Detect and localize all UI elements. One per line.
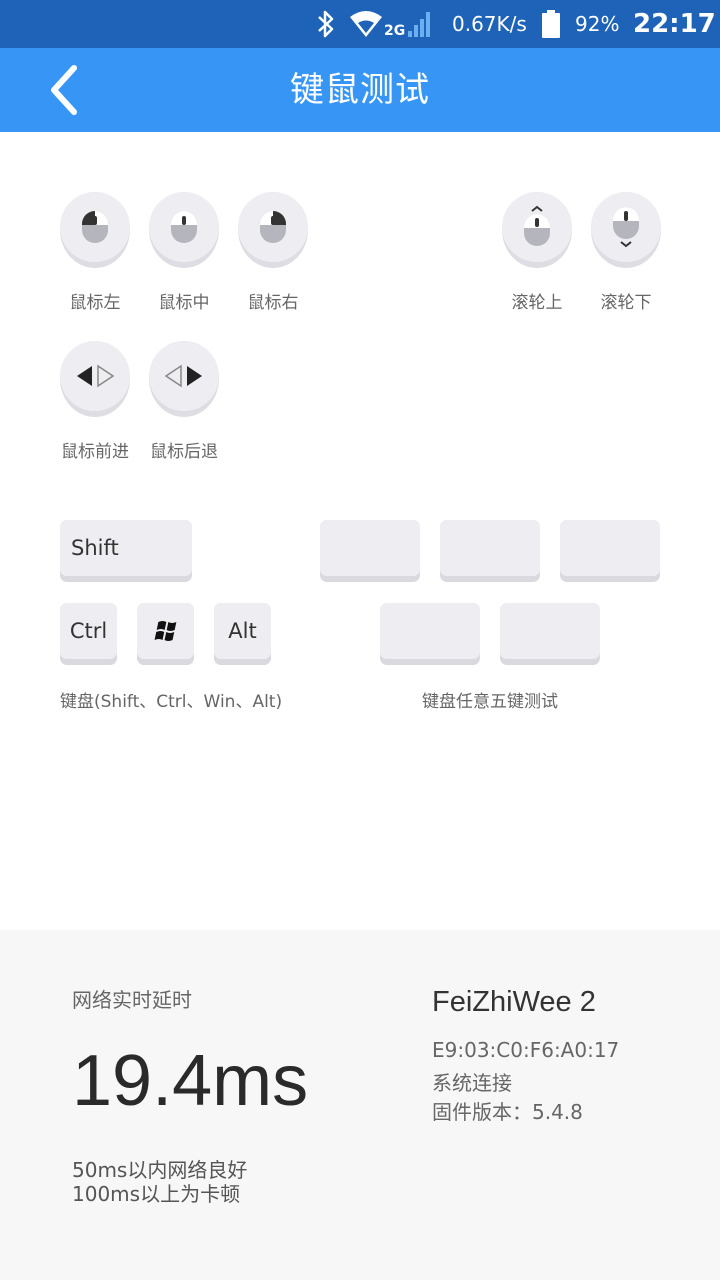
clock: 22:17: [633, 9, 716, 39]
mouse-right-label: 鼠标右: [247, 293, 299, 313]
firmware-version: 固件版本：5.4.8: [432, 1100, 583, 1124]
mouse-back-label: 鼠标后退: [150, 442, 218, 462]
app-bar: 键鼠测试: [0, 48, 720, 132]
win-key[interactable]: [137, 603, 194, 665]
scroll-up-icon: [524, 205, 550, 246]
device-name: FeiZhiWee 2: [432, 986, 596, 1018]
any-key-5[interactable]: [500, 603, 600, 665]
mouse-left-button[interactable]: [60, 192, 130, 268]
mouse-left-label: 鼠标左: [69, 293, 121, 313]
mouse-right-icon: [260, 211, 286, 243]
device-mac: E9:03:C0:F6:A0:17: [432, 1038, 620, 1062]
network-speed: 0.67K/s: [452, 12, 527, 36]
battery-percent: 92%: [575, 12, 620, 36]
battery-icon: [540, 0, 562, 48]
any-key-2[interactable]: [440, 520, 540, 582]
mouse-middle-icon: [171, 211, 197, 243]
alt-key[interactable]: Alt: [214, 603, 271, 665]
alt-key-label: Alt: [228, 619, 257, 643]
ctrl-key[interactable]: Ctrl: [60, 603, 117, 665]
shift-key-label: Shift: [71, 536, 119, 560]
page-title: 键鼠测试: [290, 70, 430, 110]
back-arrows-icon: [164, 364, 202, 388]
any-keys-label: 键盘任意五键测试: [422, 692, 558, 712]
any-key-1[interactable]: [320, 520, 420, 582]
mouse-middle-label: 鼠标中: [158, 293, 210, 313]
bluetooth-icon: [313, 0, 339, 48]
mouse-forward-button[interactable]: [60, 341, 130, 417]
connection-status: 系统连接: [432, 1071, 512, 1095]
any-key-4[interactable]: [380, 603, 480, 665]
any-key-3[interactable]: [560, 520, 660, 582]
scroll-down-icon: [613, 207, 639, 248]
scroll-down-button[interactable]: [591, 192, 661, 268]
chevron-left-icon: [51, 65, 77, 115]
network-type-label: 2G: [384, 23, 406, 39]
scroll-down-label: 滚轮下: [600, 293, 652, 313]
back-button[interactable]: [34, 54, 94, 126]
windows-logo-icon: [154, 621, 176, 641]
forward-arrows-icon: [77, 364, 115, 388]
scroll-up-label: 滚轮上: [511, 293, 563, 313]
signal-icon: 2G: [384, 0, 433, 48]
latency-value: 19.4ms: [72, 1041, 309, 1121]
ctrl-key-label: Ctrl: [69, 619, 108, 643]
mouse-right-button[interactable]: [238, 192, 308, 268]
scroll-up-button[interactable]: [502, 192, 572, 268]
latency-note-lag: 100ms以上为卡顿: [72, 1182, 241, 1206]
shift-key[interactable]: Shift: [60, 520, 192, 582]
wifi-icon: [348, 0, 384, 48]
mouse-back-button[interactable]: [149, 341, 219, 417]
modifier-keys-label: 键盘(Shift、Ctrl、Win、Alt): [60, 692, 283, 712]
mouse-forward-label: 鼠标前进: [61, 442, 129, 462]
status-panel: 网络实时延时 19.4ms 50ms以内网络良好 100ms以上为卡顿 FeiZ…: [0, 930, 720, 1280]
mouse-middle-button[interactable]: [149, 192, 219, 268]
mouse-left-icon: [82, 211, 108, 243]
status-bar: 2G 0.67K/s 92% 22:17: [0, 0, 720, 48]
latency-title: 网络实时延时: [72, 988, 192, 1012]
